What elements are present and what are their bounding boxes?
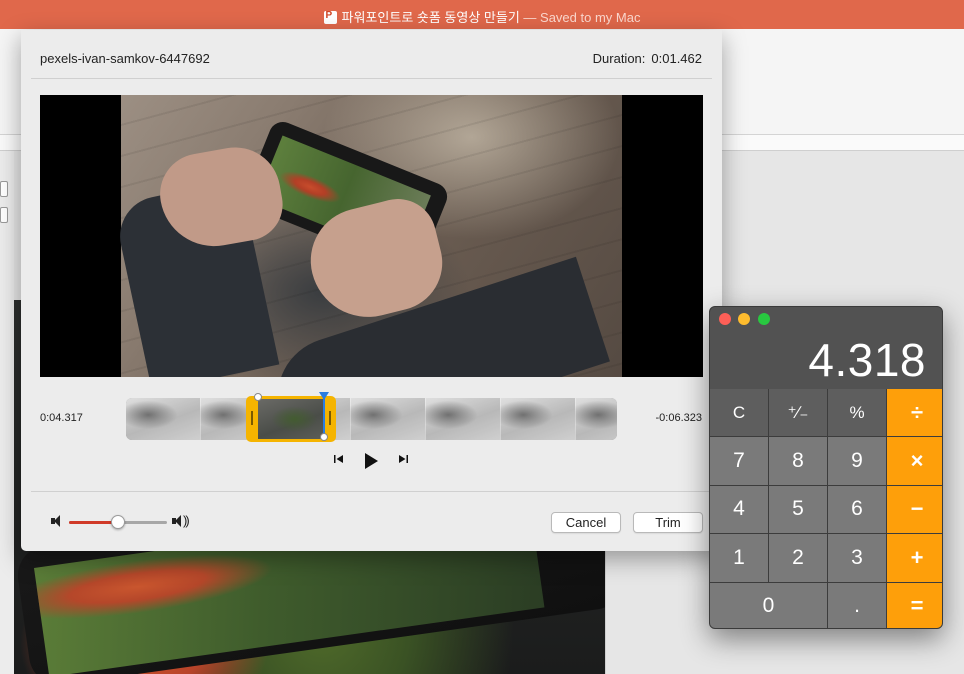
slide-thumbnail-rail <box>0 151 14 674</box>
minimize-icon[interactable] <box>738 313 750 325</box>
divider <box>31 491 712 492</box>
calc-key-5[interactable]: 5 <box>769 485 827 534</box>
speaker-high-icon[interactable]: )) <box>172 512 194 530</box>
calc-key-multiply[interactable]: × <box>887 437 942 485</box>
playhead-bottom-knob[interactable] <box>320 433 328 441</box>
calc-key-percent[interactable]: % <box>828 389 886 437</box>
clip-name: pexels-ivan-samkov-6447692 <box>40 51 210 66</box>
calc-key-7[interactable]: 7 <box>710 437 768 485</box>
save-status: — Saved to my Mac <box>523 10 641 25</box>
cancel-button[interactable]: Cancel <box>551 512 621 533</box>
calc-key-2[interactable]: 2 <box>769 534 827 582</box>
window-title: 파워포인트로 숏폼 동영상 만들기 — Saved to my Mac <box>0 7 964 26</box>
volume-knob[interactable] <box>111 515 125 529</box>
calc-key-clear[interactable]: C <box>710 389 768 437</box>
trim-handle-right[interactable] <box>329 411 331 425</box>
calc-key-0[interactable]: 0 <box>710 582 827 628</box>
calc-key-subtract[interactable]: − <box>887 485 942 534</box>
calc-key-decimal[interactable]: . <box>828 582 886 628</box>
calc-key-equals[interactable]: = <box>887 582 942 628</box>
calc-key-add[interactable]: + <box>887 534 942 582</box>
trim-start-knob[interactable] <box>254 393 262 401</box>
trim-dialog: pexels-ivan-samkov-6447692 Duration: 0:01… <box>21 30 722 551</box>
rail-handle[interactable] <box>0 181 8 197</box>
calc-key-4[interactable]: 4 <box>710 485 768 534</box>
duration-value: 0:01.462 <box>651 51 702 66</box>
time-elapsed: 0:04.317 <box>40 412 83 424</box>
calc-key-6[interactable]: 6 <box>828 485 886 534</box>
close-icon[interactable] <box>719 313 731 325</box>
calculator-keypad: C ⁺∕₋% ÷ 7 8 9 × 4 5 6− 1 2 3 +0. = <box>710 389 942 628</box>
zoom-icon[interactable] <box>758 313 770 325</box>
rail-handle[interactable] <box>0 207 8 223</box>
window-titlebar: 파워포인트로 숏폼 동영상 만들기 — Saved to my Mac <box>0 0 964 29</box>
duration: Duration: 0:01.462 <box>593 51 702 66</box>
speaker-low-icon[interactable] <box>51 514 63 528</box>
powerpoint-icon <box>323 10 337 24</box>
step-back-icon[interactable] <box>332 452 346 466</box>
calculator-window: 4.318 C ⁺∕₋% ÷ 7 8 9 × 4 5 6− 1 2 3 +0. = <box>709 306 943 629</box>
calc-key-9[interactable]: 9 <box>828 437 886 485</box>
trim-handle-left[interactable] <box>251 411 253 425</box>
duration-label: Duration: <box>592 51 646 66</box>
video-preview <box>40 95 703 377</box>
calculator-display: 4.318 <box>808 334 926 386</box>
calc-key-8[interactable]: 8 <box>769 437 827 485</box>
filmstrip[interactable] <box>126 398 617 440</box>
document-title: 파워포인트로 숏폼 동영상 만들기 <box>341 10 520 25</box>
divider <box>31 78 712 79</box>
play-icon[interactable] <box>362 451 380 471</box>
calc-key-divide[interactable]: ÷ <box>887 389 942 437</box>
calc-key-1[interactable]: 1 <box>710 534 768 582</box>
calc-key-plus-minus[interactable]: ⁺∕₋ <box>769 389 827 437</box>
trim-button[interactable]: Trim <box>633 512 703 533</box>
video-scene <box>112 95 622 377</box>
calc-key-3[interactable]: 3 <box>828 534 886 582</box>
step-forward-icon[interactable] <box>396 452 410 466</box>
time-remaining: -0:06.323 <box>655 412 702 424</box>
filmstrip-dim <box>126 398 617 440</box>
